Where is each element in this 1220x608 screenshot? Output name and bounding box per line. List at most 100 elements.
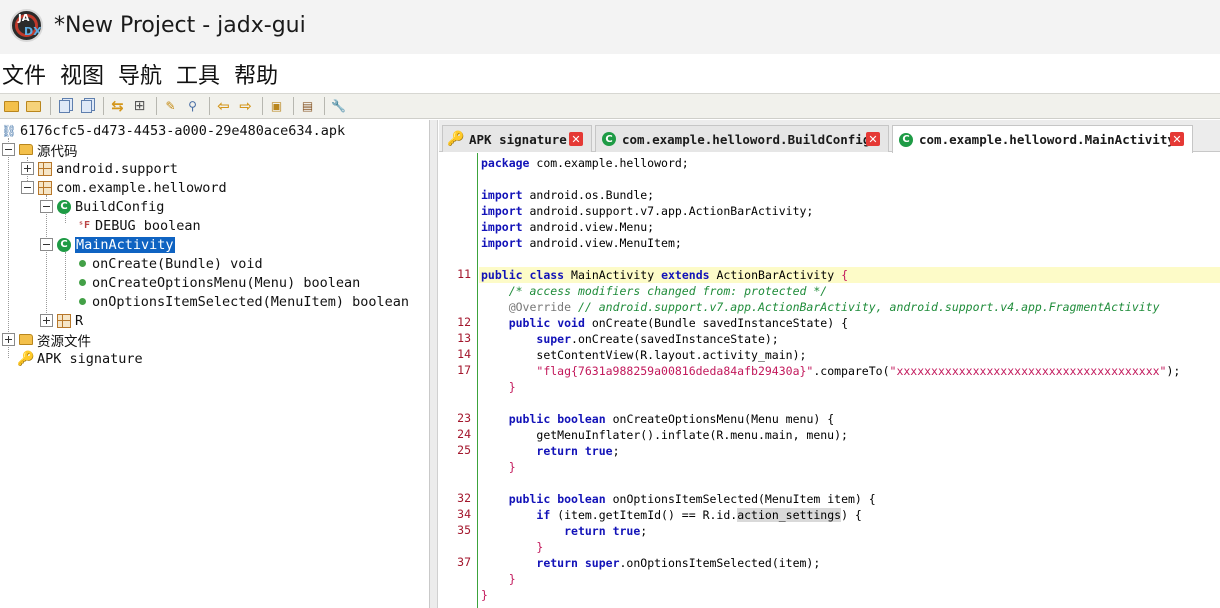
close-tab-icon[interactable]: ✕ bbox=[569, 132, 583, 146]
code-line: setContentView(R.layout.activity_main); bbox=[536, 348, 807, 362]
code-line: public boolean onOptionsItemSelected(Men… bbox=[508, 492, 876, 506]
code-line: package com.example.helloword; bbox=[481, 156, 689, 170]
toolbar-separator bbox=[293, 97, 294, 115]
tree-item-debug-field[interactable]: ˢF DEBUG boolean bbox=[77, 216, 201, 235]
expand-toggle[interactable] bbox=[21, 162, 34, 175]
find-class-icon[interactable]: ⚲ bbox=[183, 97, 202, 116]
tree-item-mainactivity[interactable]: C MainActivity bbox=[40, 235, 175, 254]
code-line: return true; bbox=[536, 444, 620, 458]
line-number: 24 bbox=[457, 427, 471, 441]
open-icon[interactable] bbox=[2, 97, 21, 116]
folder-open-icon bbox=[19, 143, 33, 157]
method-icon bbox=[79, 298, 86, 305]
collapse-toggle[interactable] bbox=[2, 143, 15, 156]
tree-item-method-onoptionsitemselected[interactable]: onOptionsItemSelected(MenuItem) boolean bbox=[76, 292, 409, 311]
resources-folder-icon bbox=[19, 333, 33, 347]
deobfuscation-icon[interactable]: ▣ bbox=[267, 97, 286, 116]
tree-label: 资源文件 bbox=[37, 333, 91, 350]
forward-icon[interactable]: ⇨ bbox=[236, 97, 255, 116]
code-line: /* access modifiers changed from: protec… bbox=[508, 284, 828, 298]
back-icon[interactable]: ⇦ bbox=[214, 97, 233, 116]
tab-mainactivity[interactable]: C com.example.helloword.MainActivity ✕ bbox=[892, 125, 1193, 153]
split-pane-divider[interactable] bbox=[430, 120, 438, 608]
close-tab-icon[interactable]: ✕ bbox=[866, 132, 880, 146]
tree-item-buildconfig[interactable]: C BuildConfig bbox=[40, 197, 164, 216]
code-line: @Override // android.support.v7.app.Acti… bbox=[508, 300, 1160, 314]
tree-label: 6176cfc5-d473-4453-a000-29e480ace634.apk bbox=[20, 122, 346, 139]
window-title: *New Project - jadx-gui bbox=[54, 13, 306, 38]
code-text-area[interactable]: package com.example.helloword; import an… bbox=[479, 153, 1220, 608]
export-icon[interactable]: ⇆ bbox=[108, 97, 127, 116]
expand-toggle[interactable] bbox=[40, 314, 53, 327]
add-files-icon[interactable] bbox=[24, 97, 43, 116]
code-line: if (item.getItemId() == R.id.action_sett… bbox=[536, 508, 862, 522]
line-number: 11 bbox=[457, 267, 471, 281]
line-number: 17 bbox=[457, 363, 471, 377]
menu-file[interactable]: 文件 bbox=[2, 58, 46, 90]
menu-tools[interactable]: 工具 bbox=[176, 58, 220, 90]
class-icon: C bbox=[899, 132, 913, 147]
code-line: import android.os.Bundle; bbox=[481, 188, 655, 202]
code-editor[interactable]: 11 12 13 14 17 23 24 25 32 34 35 37 pack… bbox=[439, 153, 1220, 608]
toolbar-separator bbox=[156, 97, 157, 115]
code-line: import android.view.MenuItem; bbox=[481, 236, 682, 250]
tree-item-method-oncreateoptionsmenu[interactable]: onCreateOptionsMenu(Menu) boolean bbox=[76, 273, 360, 292]
menu-view[interactable]: 视图 bbox=[60, 58, 104, 90]
tree-guide bbox=[8, 138, 9, 358]
tree-item-resources[interactable]: 资源文件 bbox=[2, 330, 91, 350]
method-icon bbox=[79, 260, 86, 267]
toolbar-separator bbox=[262, 97, 263, 115]
line-number: 37 bbox=[457, 555, 471, 569]
sync-icon[interactable] bbox=[55, 97, 74, 116]
code-line: public void onCreate(Bundle savedInstanc… bbox=[508, 316, 849, 330]
tree-item-method-oncreate[interactable]: onCreate(Bundle) void bbox=[76, 254, 263, 273]
search-icon[interactable]: ✎ bbox=[161, 97, 180, 116]
menu-navigation[interactable]: 导航 bbox=[118, 58, 162, 90]
tree-label-selected: MainActivity bbox=[75, 236, 175, 253]
code-line: } bbox=[481, 588, 488, 602]
tree-label: APK signature bbox=[37, 350, 143, 367]
code-line: } bbox=[508, 572, 516, 586]
line-number: 34 bbox=[457, 507, 471, 521]
logo-text-bottom: DX bbox=[24, 25, 42, 38]
tree-label: DEBUG boolean bbox=[95, 217, 201, 234]
log-icon[interactable]: ▤ bbox=[298, 97, 317, 116]
tab-apk-signature[interactable]: 🔑 APK signature ✕ bbox=[442, 125, 592, 152]
close-tab-icon[interactable]: ✕ bbox=[1170, 132, 1184, 146]
collapse-toggle[interactable] bbox=[40, 238, 53, 251]
tree-item-android-support[interactable]: android.support bbox=[21, 159, 178, 178]
collapse-toggle[interactable] bbox=[40, 200, 53, 213]
line-number: 32 bbox=[457, 491, 471, 505]
method-icon bbox=[79, 279, 86, 286]
flatten-icon[interactable]: ⊞ bbox=[130, 97, 149, 116]
code-line: import android.view.Menu; bbox=[481, 220, 655, 234]
code-line: } bbox=[508, 380, 516, 394]
tree-item-apk-root[interactable]: ⛓ 6176cfc5-d473-4453-a000-29e480ace634.a… bbox=[1, 121, 346, 140]
tree-label: BuildConfig bbox=[75, 198, 165, 215]
menu-help[interactable]: 帮助 bbox=[234, 58, 278, 90]
tree-label: android.support bbox=[56, 160, 178, 177]
tab-label: APK signature bbox=[469, 131, 567, 147]
code-line: super.onCreate(savedInstanceState); bbox=[536, 332, 779, 346]
tree-item-apk-signature[interactable]: 🔑 APK signature bbox=[17, 349, 143, 368]
expand-toggle[interactable] bbox=[2, 333, 15, 346]
line-number: 23 bbox=[457, 411, 471, 425]
tree-item-helloword-package[interactable]: com.example.helloword bbox=[21, 178, 227, 197]
tree-item-r[interactable]: R bbox=[40, 311, 83, 330]
tree-label: onCreate(Bundle) void bbox=[92, 255, 263, 272]
tree-guide bbox=[65, 252, 66, 300]
tab-buildconfig[interactable]: C com.example.helloword.BuildConfig ✕ bbox=[595, 125, 889, 152]
line-number: 12 bbox=[457, 315, 471, 329]
save-all-icon[interactable] bbox=[77, 97, 96, 116]
line-number: 13 bbox=[457, 331, 471, 345]
collapse-toggle[interactable] bbox=[21, 181, 34, 194]
logo-text-top: JA bbox=[18, 13, 30, 24]
package-icon bbox=[57, 313, 71, 328]
preferences-icon[interactable]: 🔧 bbox=[329, 97, 348, 116]
line-number: 35 bbox=[457, 523, 471, 537]
toolbar-separator bbox=[103, 97, 104, 115]
tree-item-source[interactable]: 源代码 bbox=[2, 140, 78, 160]
class-icon: C bbox=[57, 237, 71, 252]
line-number: 25 bbox=[457, 443, 471, 457]
toolbar-separator bbox=[324, 97, 325, 115]
